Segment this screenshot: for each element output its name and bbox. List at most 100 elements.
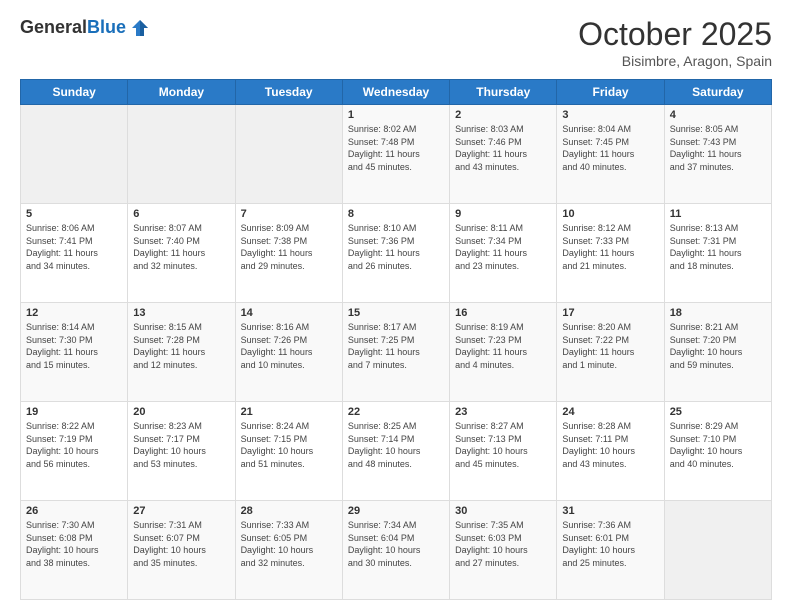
day-info: Sunrise: 7:33 AM Sunset: 6:05 PM Dayligh… xyxy=(241,519,337,569)
day-of-week-header: Wednesday xyxy=(342,80,449,105)
calendar-cell: 5 Sunrise: 8:06 AM Sunset: 7:41 PM Daylig… xyxy=(21,204,128,303)
day-number: 9 xyxy=(455,208,551,220)
day-number: 21 xyxy=(241,406,337,418)
calendar-cell: 1 Sunrise: 8:02 AM Sunset: 7:48 PM Daylig… xyxy=(342,105,449,204)
calendar-cell: 18Sunrise: 8:21 AM Sunset: 7:20 PM Dayli… xyxy=(664,303,771,402)
calendar-week-row: 26 Sunrise: 7:30 AM Sunset: 6:08 PM Dayli… xyxy=(21,501,772,600)
page: GeneralBlue October 2025 Bisimbre, Arago… xyxy=(0,0,792,612)
day-info: Sunrise: 8:05 AM Sunset: 7:43 PM Dayligh… xyxy=(670,123,766,173)
calendar-cell: 13 Sunrise: 8:15 AM Sunset: 7:28 PM Dayli… xyxy=(128,303,235,402)
day-number: 27 xyxy=(133,505,229,517)
day-number: 28 xyxy=(241,505,337,517)
calendar-cell xyxy=(128,105,235,204)
day-number: 16 xyxy=(455,307,551,319)
day-info: Sunrise: 8:13 AM Sunset: 7:31 PM Dayligh… xyxy=(670,222,766,272)
calendar-cell: 29Sunrise: 7:34 AM Sunset: 6:04 PM Dayli… xyxy=(342,501,449,600)
day-info: Sunrise: 8:09 AM Sunset: 7:38 PM Dayligh… xyxy=(241,222,337,272)
day-number: 7 xyxy=(241,208,337,220)
day-info: Sunrise: 8:15 AM Sunset: 7:28 PM Dayligh… xyxy=(133,321,229,371)
logo: GeneralBlue xyxy=(20,16,152,40)
calendar-cell: 30Sunrise: 7:35 AM Sunset: 6:03 PM Dayli… xyxy=(450,501,557,600)
calendar-cell: 28 Sunrise: 7:33 AM Sunset: 6:05 PM Dayli… xyxy=(235,501,342,600)
day-info: Sunrise: 8:20 AM Sunset: 7:22 PM Dayligh… xyxy=(562,321,658,371)
header: GeneralBlue October 2025 Bisimbre, Arago… xyxy=(20,16,772,69)
calendar-cell: 20Sunrise: 8:23 AM Sunset: 7:17 PM Dayli… xyxy=(128,402,235,501)
calendar-cell xyxy=(21,105,128,204)
calendar-cell: 3Sunrise: 8:04 AM Sunset: 7:45 PM Daylig… xyxy=(557,105,664,204)
day-info: Sunrise: 7:36 AM Sunset: 6:01 PM Dayligh… xyxy=(562,519,658,569)
calendar-cell: 24Sunrise: 8:28 AM Sunset: 7:11 PM Dayli… xyxy=(557,402,664,501)
day-number: 23 xyxy=(455,406,551,418)
day-number: 14 xyxy=(241,307,337,319)
title-block: October 2025 Bisimbre, Aragon, Spain xyxy=(578,16,772,69)
day-info: Sunrise: 8:12 AM Sunset: 7:33 PM Dayligh… xyxy=(562,222,658,272)
month-title: October 2025 xyxy=(578,16,772,53)
calendar-cell: 8 Sunrise: 8:10 AM Sunset: 7:36 PM Daylig… xyxy=(342,204,449,303)
day-number: 8 xyxy=(348,208,444,220)
calendar-cell: 19 Sunrise: 8:22 AM Sunset: 7:19 PM Dayli… xyxy=(21,402,128,501)
day-number: 20 xyxy=(133,406,229,418)
calendar-cell: 15 Sunrise: 8:17 AM Sunset: 7:25 PM Dayli… xyxy=(342,303,449,402)
day-info: Sunrise: 8:17 AM Sunset: 7:25 PM Dayligh… xyxy=(348,321,444,371)
calendar-table: SundayMondayTuesdayWednesdayThursdayFrid… xyxy=(20,79,772,600)
day-number: 15 xyxy=(348,307,444,319)
calendar-week-row: 5 Sunrise: 8:06 AM Sunset: 7:41 PM Daylig… xyxy=(21,204,772,303)
calendar-cell: 25 Sunrise: 8:29 AM Sunset: 7:10 PM Dayli… xyxy=(664,402,771,501)
day-of-week-header: Tuesday xyxy=(235,80,342,105)
day-number: 25 xyxy=(670,406,766,418)
day-number: 6 xyxy=(133,208,229,220)
calendar-cell: 23 Sunrise: 8:27 AM Sunset: 7:13 PM Dayli… xyxy=(450,402,557,501)
day-number: 10 xyxy=(562,208,658,220)
calendar-cell: 22 Sunrise: 8:25 AM Sunset: 7:14 PM Dayli… xyxy=(342,402,449,501)
day-number: 13 xyxy=(133,307,229,319)
day-number: 31 xyxy=(562,505,658,517)
calendar-cell: 12 Sunrise: 8:14 AM Sunset: 7:30 PM Dayli… xyxy=(21,303,128,402)
day-of-week-header: Saturday xyxy=(664,80,771,105)
calendar-cell xyxy=(664,501,771,600)
day-number: 12 xyxy=(26,307,122,319)
calendar-cell: 4Sunrise: 8:05 AM Sunset: 7:43 PM Daylig… xyxy=(664,105,771,204)
day-number: 26 xyxy=(26,505,122,517)
calendar-cell xyxy=(235,105,342,204)
calendar-cell: 2 Sunrise: 8:03 AM Sunset: 7:46 PM Daylig… xyxy=(450,105,557,204)
day-of-week-header: Sunday xyxy=(21,80,128,105)
day-number: 19 xyxy=(26,406,122,418)
calendar-cell: 16Sunrise: 8:19 AM Sunset: 7:23 PM Dayli… xyxy=(450,303,557,402)
day-info: Sunrise: 8:07 AM Sunset: 7:40 PM Dayligh… xyxy=(133,222,229,272)
day-number: 2 xyxy=(455,109,551,121)
day-number: 1 xyxy=(348,109,444,121)
day-info: Sunrise: 8:06 AM Sunset: 7:41 PM Dayligh… xyxy=(26,222,122,272)
calendar-cell: 6 Sunrise: 8:07 AM Sunset: 7:40 PM Daylig… xyxy=(128,204,235,303)
calendar-header-row: SundayMondayTuesdayWednesdayThursdayFrid… xyxy=(21,80,772,105)
day-info: Sunrise: 8:10 AM Sunset: 7:36 PM Dayligh… xyxy=(348,222,444,272)
day-info: Sunrise: 8:22 AM Sunset: 7:19 PM Dayligh… xyxy=(26,420,122,470)
day-info: Sunrise: 8:11 AM Sunset: 7:34 PM Dayligh… xyxy=(455,222,551,272)
day-info: Sunrise: 8:02 AM Sunset: 7:48 PM Dayligh… xyxy=(348,123,444,173)
day-info: Sunrise: 7:31 AM Sunset: 6:07 PM Dayligh… xyxy=(133,519,229,569)
day-of-week-header: Monday xyxy=(128,80,235,105)
day-info: Sunrise: 7:34 AM Sunset: 6:04 PM Dayligh… xyxy=(348,519,444,569)
day-number: 18 xyxy=(670,307,766,319)
calendar-cell: 27 Sunrise: 7:31 AM Sunset: 6:07 PM Dayli… xyxy=(128,501,235,600)
day-number: 5 xyxy=(26,208,122,220)
day-info: Sunrise: 8:28 AM Sunset: 7:11 PM Dayligh… xyxy=(562,420,658,470)
day-info: Sunrise: 7:30 AM Sunset: 6:08 PM Dayligh… xyxy=(26,519,122,569)
day-info: Sunrise: 8:29 AM Sunset: 7:10 PM Dayligh… xyxy=(670,420,766,470)
day-number: 17 xyxy=(562,307,658,319)
calendar-cell: 17 Sunrise: 8:20 AM Sunset: 7:22 PM Dayli… xyxy=(557,303,664,402)
day-info: Sunrise: 8:24 AM Sunset: 7:15 PM Dayligh… xyxy=(241,420,337,470)
calendar-cell: 7 Sunrise: 8:09 AM Sunset: 7:38 PM Daylig… xyxy=(235,204,342,303)
day-number: 11 xyxy=(670,208,766,220)
calendar-week-row: 1 Sunrise: 8:02 AM Sunset: 7:48 PM Daylig… xyxy=(21,105,772,204)
day-info: Sunrise: 8:14 AM Sunset: 7:30 PM Dayligh… xyxy=(26,321,122,371)
day-info: Sunrise: 8:16 AM Sunset: 7:26 PM Dayligh… xyxy=(241,321,337,371)
day-number: 22 xyxy=(348,406,444,418)
logo-icon xyxy=(128,16,152,40)
day-info: Sunrise: 8:03 AM Sunset: 7:46 PM Dayligh… xyxy=(455,123,551,173)
day-number: 3 xyxy=(562,109,658,121)
calendar-cell: 10 Sunrise: 8:12 AM Sunset: 7:33 PM Dayli… xyxy=(557,204,664,303)
day-info: Sunrise: 8:27 AM Sunset: 7:13 PM Dayligh… xyxy=(455,420,551,470)
calendar-cell: 11 Sunrise: 8:13 AM Sunset: 7:31 PM Dayli… xyxy=(664,204,771,303)
day-info: Sunrise: 8:25 AM Sunset: 7:14 PM Dayligh… xyxy=(348,420,444,470)
calendar-cell: 14 Sunrise: 8:16 AM Sunset: 7:26 PM Dayli… xyxy=(235,303,342,402)
